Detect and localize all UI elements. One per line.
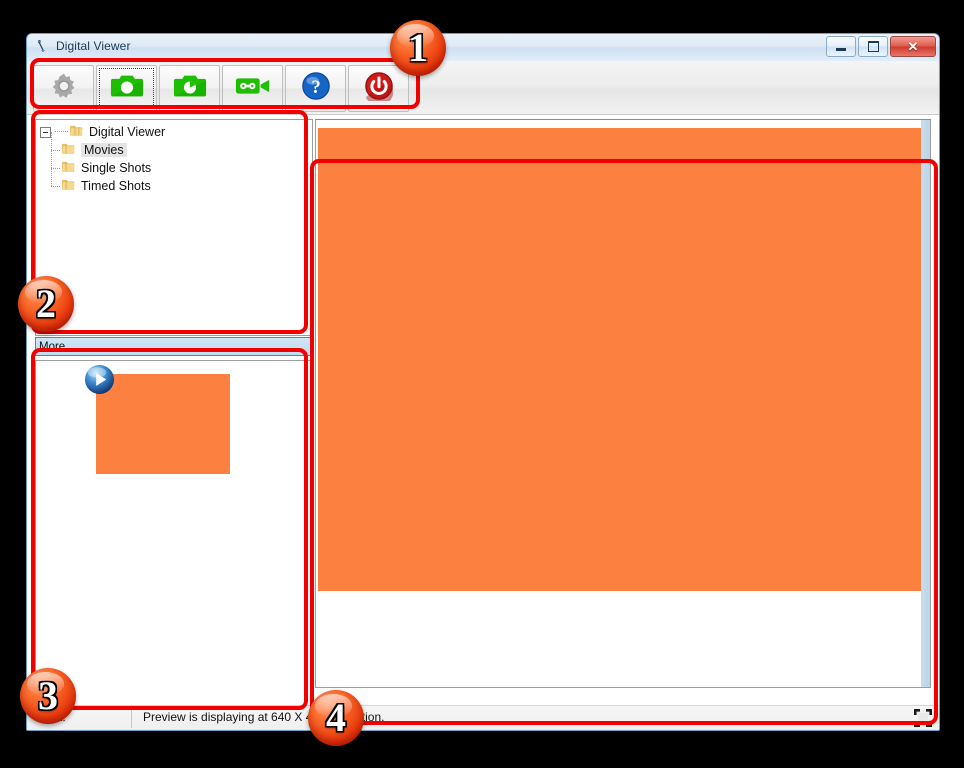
window-controls: ✕ (826, 36, 936, 57)
tree-hline (51, 150, 60, 151)
maximize-icon (867, 41, 879, 52)
annotation-badge-4: 4 (308, 690, 364, 746)
tree-item-label-movies: Movies (81, 143, 127, 157)
preview-vertical-scrollbar[interactable] (921, 120, 930, 687)
status-bar: Hint: Preview is displaying at 640 X 480… (27, 705, 939, 730)
movie-button[interactable] (222, 65, 283, 112)
resize-grip-icon[interactable] (913, 708, 933, 728)
close-icon: ✕ (907, 39, 919, 54)
thumbnail-panel[interactable] (35, 360, 313, 717)
single-shot-button[interactable] (96, 65, 157, 112)
tree-root-label: Digital Viewer (89, 125, 166, 139)
minimize-icon (836, 48, 846, 51)
tree-root-node[interactable]: Digital Viewer (40, 123, 312, 141)
minimize-button[interactable] (826, 36, 856, 57)
tree-child-timed-shots[interactable]: Timed Shots (40, 168, 312, 195)
folder-tree: Digital Viewer Movies Single Shots Timed… (36, 120, 312, 195)
title-bar[interactable]: Digital Viewer ✕ (27, 34, 939, 62)
client-area: ? Digital Viewer Movies Single Shots Tim… (27, 61, 939, 730)
help-question-icon: ? (301, 71, 331, 106)
collapse-toggle-icon[interactable] (40, 126, 51, 138)
tree-connector (55, 131, 68, 133)
folder-icon (62, 178, 77, 194)
tree-child-single-shots[interactable]: Single Shots (40, 150, 312, 177)
gear-icon (49, 71, 79, 106)
annotation-badge-1-number: 1 (408, 25, 428, 70)
play-button-icon[interactable] (84, 364, 115, 395)
tree-child-movies[interactable]: Movies (40, 132, 312, 159)
timed-shot-button[interactable] (159, 65, 220, 112)
toolbar-buttons: ? (33, 65, 409, 112)
tree-hline (51, 186, 60, 187)
tree-vline (51, 132, 52, 150)
folder-tree-panel[interactable]: Digital Viewer Movies Single Shots Timed… (35, 119, 313, 336)
annotation-badge-3: 3 (20, 668, 76, 724)
annotation-badge-2-number: 2 (36, 281, 56, 326)
folder-icon (62, 160, 77, 176)
power-icon (364, 71, 394, 106)
toolbar: ? (27, 61, 939, 115)
application-window: Digital Viewer ✕ ? Digital Viewer Movies… (26, 33, 940, 731)
preview-image[interactable] (318, 128, 928, 591)
help-button[interactable]: ? (285, 65, 346, 112)
camera-timer-icon (173, 72, 207, 105)
close-button[interactable]: ✕ (890, 36, 936, 57)
more-label: More... (39, 340, 75, 353)
status-divider (131, 708, 132, 728)
tree-hline (51, 168, 60, 169)
annotation-badge-4-number: 4 (326, 695, 346, 740)
annotation-badge-3-number: 3 (38, 673, 58, 718)
svg-text:?: ? (311, 77, 320, 98)
tree-vline (51, 168, 52, 186)
tree-item-label-single-shots: Single Shots (81, 161, 152, 175)
window-title: Digital Viewer (56, 39, 131, 53)
folder-multi-icon (70, 124, 85, 140)
settings-button[interactable] (33, 65, 94, 112)
screenshot-root: Digital Viewer ✕ ? Digital Viewer Movies… (0, 0, 964, 768)
movie-thumbnail[interactable] (84, 364, 230, 474)
camera-icon (110, 72, 144, 105)
folder-icon (62, 142, 77, 158)
app-antenna-icon (35, 39, 51, 55)
maximize-button[interactable] (858, 36, 888, 57)
tree-vline (51, 150, 52, 168)
annotation-badge-2: 2 (18, 276, 74, 332)
more-button[interactable]: More... (35, 337, 313, 356)
power-button[interactable] (348, 65, 409, 112)
annotation-badge-1: 1 (390, 20, 446, 76)
tree-item-label-timed-shots: Timed Shots (81, 179, 151, 193)
video-camera-icon (235, 74, 271, 103)
preview-panel[interactable] (315, 119, 931, 688)
